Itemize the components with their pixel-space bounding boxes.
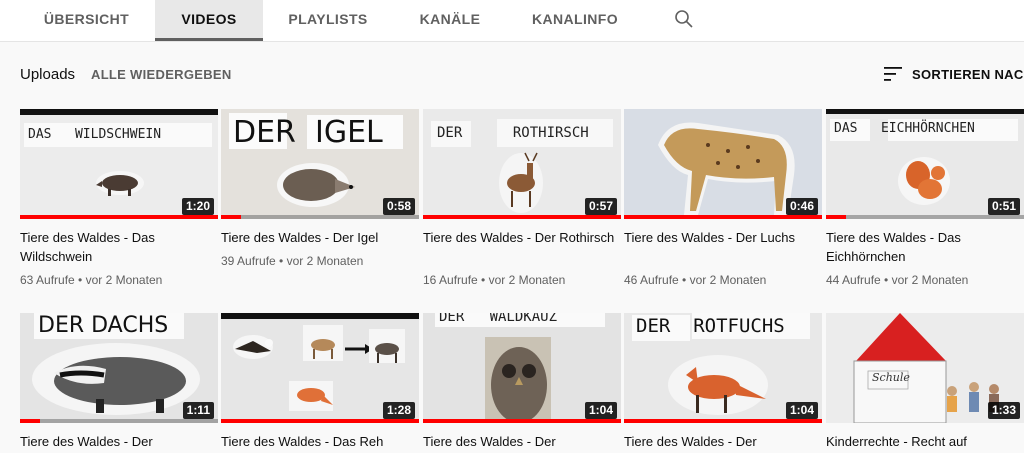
watch-progress xyxy=(423,215,621,219)
watch-progress xyxy=(826,215,846,219)
watch-progress-track xyxy=(826,215,1024,219)
tab-overview[interactable]: ÜBERSICHT xyxy=(35,0,138,40)
video-meta: 46 Aufrufe • vor 2 Monaten xyxy=(624,273,767,287)
duration-badge: 1:28 xyxy=(382,402,415,419)
watch-progress xyxy=(20,419,40,423)
thumbnail-text: DER WALDKAUZ xyxy=(439,313,558,325)
video-title[interactable]: Tiere des Waldes - Das Eichhörnchen xyxy=(826,228,1022,266)
watch-progress xyxy=(423,419,621,423)
duration-badge: 1:04 xyxy=(785,402,818,419)
watch-progress xyxy=(20,215,218,219)
video-title[interactable]: Tiere des Waldes - Der xyxy=(624,432,820,451)
duration-badge: 0:58 xyxy=(382,198,415,215)
video-title[interactable]: Tiere des Waldes - Der Rothirsch xyxy=(423,228,619,247)
video-thumbnail[interactable]: DAS WILDSCHWEIN 1:20 xyxy=(20,109,218,219)
thumbnail-text: DER ROTFUCHS xyxy=(636,315,785,337)
watch-progress-track xyxy=(20,419,218,423)
thumbnail-text: Schule xyxy=(872,371,910,384)
tab-channels[interactable]: KANÄLE xyxy=(408,0,492,40)
tab-about[interactable]: KANALINFO xyxy=(523,0,627,40)
video-thumbnail[interactable]: Schule 1:33 xyxy=(826,313,1024,423)
watch-progress xyxy=(221,419,419,423)
search-icon[interactable] xyxy=(673,8,695,30)
duration-badge: 0:46 xyxy=(785,198,818,215)
tab-videos[interactable]: VIDEOS xyxy=(155,0,263,41)
video-title[interactable]: Tiere des Waldes - Das Reh xyxy=(221,432,417,451)
video-meta: 44 Aufrufe • vor 2 Monaten xyxy=(826,273,969,287)
sort-icon xyxy=(883,66,903,82)
video-meta: 16 Aufrufe • vor 2 Monaten xyxy=(423,273,566,287)
section-title: Uploads xyxy=(20,66,76,83)
video-thumbnail[interactable]: DER IGEL 0:58 xyxy=(221,109,419,219)
video-meta: 63 Aufrufe • vor 2 Monaten xyxy=(20,273,163,287)
video-title[interactable]: Tiere des Waldes - Der Luchs xyxy=(624,228,820,247)
duration-badge: 1:11 xyxy=(182,402,214,419)
duration-badge: 1:33 xyxy=(987,402,1020,419)
play-all-button[interactable]: ALLE WIEDERGEBEN xyxy=(91,67,232,82)
duration-badge: 1:04 xyxy=(584,402,617,419)
thumbnail-text: DAS WILDSCHWEIN xyxy=(28,127,162,142)
thumbnail-text: DER IGEL xyxy=(233,115,383,150)
sort-label: SORTIEREN NACH xyxy=(912,67,1024,82)
video-thumbnail[interactable]: DER ROTHIRSCH 0:57 xyxy=(423,109,621,219)
video-thumbnail[interactable]: DAS EICHHÖRNCHEN 0:51 xyxy=(826,109,1024,219)
duration-badge: 1:20 xyxy=(181,198,214,215)
duration-badge: 0:51 xyxy=(987,198,1020,215)
watch-progress xyxy=(624,215,822,219)
video-title[interactable]: Tiere des Waldes - Das Wildschwein xyxy=(20,228,216,266)
video-title[interactable]: Tiere des Waldes - Der xyxy=(423,432,619,451)
video-thumbnail[interactable]: DER ROTFUCHS 1:04 xyxy=(624,313,822,423)
watch-progress xyxy=(221,215,241,219)
thumbnail-text: DER ROTHIRSCH xyxy=(437,125,589,141)
video-thumbnail[interactable]: 1:28 xyxy=(221,313,419,423)
watch-progress-track xyxy=(221,215,419,219)
tab-playlists[interactable]: PLAYLISTS xyxy=(278,0,378,40)
channel-tab-bar: ÜBERSICHT VIDEOS PLAYLISTS KANÄLE KANALI… xyxy=(0,0,1024,42)
video-thumbnail[interactable]: DER WALDKAUZ 1:04 xyxy=(423,313,621,423)
video-title[interactable]: Tiere des Waldes - Der Igel xyxy=(221,228,417,247)
video-title[interactable]: Tiere des Waldes - Der xyxy=(20,432,216,451)
thumbnail-text: DAS EICHHÖRNCHEN xyxy=(834,121,975,136)
watch-progress xyxy=(624,419,822,423)
video-meta: 39 Aufrufe • vor 2 Monaten xyxy=(221,254,364,268)
thumbnail-text: DER DACHS xyxy=(38,313,169,338)
duration-badge: 0:57 xyxy=(584,198,617,215)
video-thumbnail[interactable]: 0:46 xyxy=(624,109,822,219)
video-title[interactable]: Kinderrechte - Recht auf xyxy=(826,432,1022,451)
video-thumbnail[interactable]: DER DACHS 1:11 xyxy=(20,313,218,423)
